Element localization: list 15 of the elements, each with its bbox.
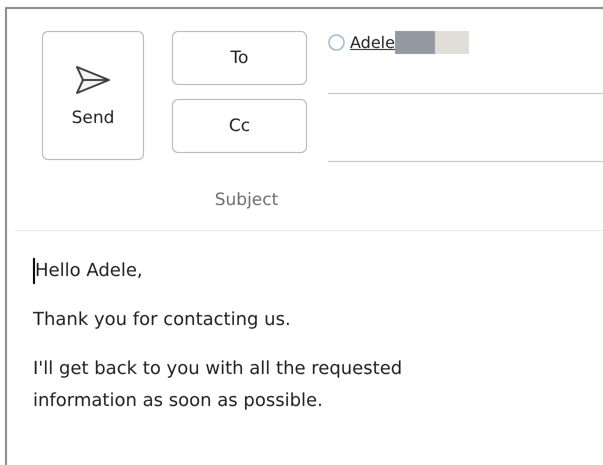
text-cursor xyxy=(33,258,35,284)
recipient-name[interactable]: Adele xyxy=(350,33,395,52)
send-icon xyxy=(74,64,112,96)
address-button[interactable]: To xyxy=(172,31,307,85)
body-text: I'll get back to you with all the requested xyxy=(33,357,404,381)
body-text: information as soon as possible. xyxy=(33,389,324,413)
presence-icon xyxy=(328,34,345,51)
send-button[interactable]: Send xyxy=(42,31,144,160)
body-text: Hello Adele, xyxy=(35,259,143,283)
redaction-block xyxy=(434,31,469,54)
redaction-block xyxy=(394,31,435,54)
body-text: Thank you for contacting us. xyxy=(33,308,292,332)
address-button[interactable]: Cc xyxy=(172,99,307,153)
to-field[interactable]: Adele xyxy=(328,31,603,94)
subject-label: Subject xyxy=(214,190,280,210)
